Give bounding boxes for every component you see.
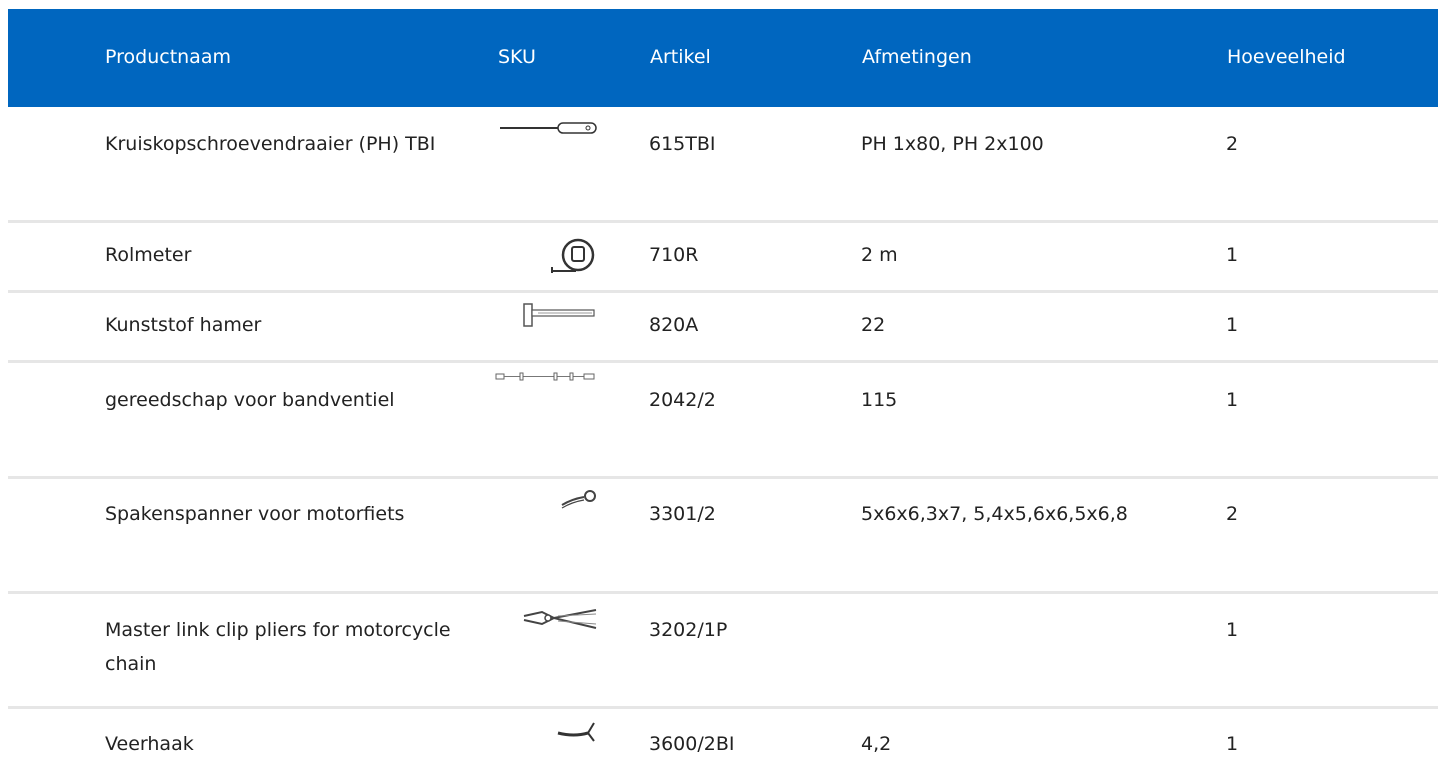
screwdriver-icon	[488, 121, 598, 161]
header-artikel[interactable]: Artikel	[650, 46, 711, 68]
product-name: Veerhaak	[105, 733, 194, 755]
table-row: gereedschap voor bandventiel 2042/2 115 …	[8, 363, 1438, 479]
table-row: Master link clip pliers for motorcycle c…	[8, 594, 1438, 709]
table-row: Rolmeter 710R 2 m 1	[8, 223, 1438, 293]
quantity: 1	[1226, 619, 1239, 641]
quantity: 1	[1226, 733, 1239, 755]
table-row: Spakenspanner voor motorfiets 3301/2 5x6…	[8, 479, 1438, 594]
article-number: 710R	[649, 244, 699, 266]
dimensions: 115	[861, 389, 898, 411]
tape-measure-icon	[488, 235, 598, 275]
dimensions: 2 m	[861, 244, 898, 266]
spring-hook-icon	[488, 719, 598, 759]
product-name: Kruiskopschroevendraaier (PH) TBI	[105, 133, 436, 155]
valve-tool-icon	[488, 371, 598, 411]
table-row: Kunststof hamer 820A 22 1	[8, 293, 1438, 363]
article-number: 3301/2	[649, 503, 716, 525]
quantity: 2	[1226, 503, 1239, 525]
quantity: 2	[1226, 133, 1239, 155]
article-number: 3202/1P	[649, 619, 728, 641]
dimensions: 5x6x6,3x7, 5,4x5,6x6,5x6,8	[861, 503, 1128, 525]
dimensions: PH 1x80, PH 2x100	[861, 133, 1044, 155]
article-number: 3600/2BI	[649, 733, 735, 755]
spoke-wrench-icon	[488, 489, 598, 529]
table-row: Veerhaak 3600/2BI 4,2 1	[8, 709, 1438, 779]
table-header: Productnaam SKU Artikel Afmetingen Hoeve…	[8, 9, 1438, 107]
hammer-icon	[488, 302, 598, 342]
quantity: 1	[1226, 389, 1239, 411]
pliers-icon	[488, 604, 598, 644]
article-number: 820A	[649, 314, 699, 336]
quantity: 1	[1226, 314, 1239, 336]
header-afmetingen[interactable]: Afmetingen	[862, 46, 972, 68]
product-name: Spakenspanner voor motorfiets	[105, 503, 405, 525]
product-name: gereedschap voor bandventiel	[105, 389, 395, 411]
product-name: Rolmeter	[105, 244, 192, 266]
table-row: Kruiskopschroevendraaier (PH) TBI 615TBI…	[8, 107, 1438, 223]
article-number: 2042/2	[649, 389, 716, 411]
dimensions: 4,2	[861, 733, 892, 755]
product-name: Master link clip pliers for motorcycle c…	[105, 619, 451, 675]
product-table: Productnaam SKU Artikel Afmetingen Hoeve…	[8, 9, 1438, 779]
header-sku[interactable]: SKU	[498, 46, 536, 68]
dimensions: 22	[861, 314, 886, 336]
product-name: Kunststof hamer	[105, 314, 262, 336]
header-productnaam[interactable]: Productnaam	[105, 46, 231, 68]
header-hoeveelheid[interactable]: Hoeveelheid	[1227, 46, 1346, 68]
article-number: 615TBI	[649, 133, 716, 155]
quantity: 1	[1226, 244, 1239, 266]
